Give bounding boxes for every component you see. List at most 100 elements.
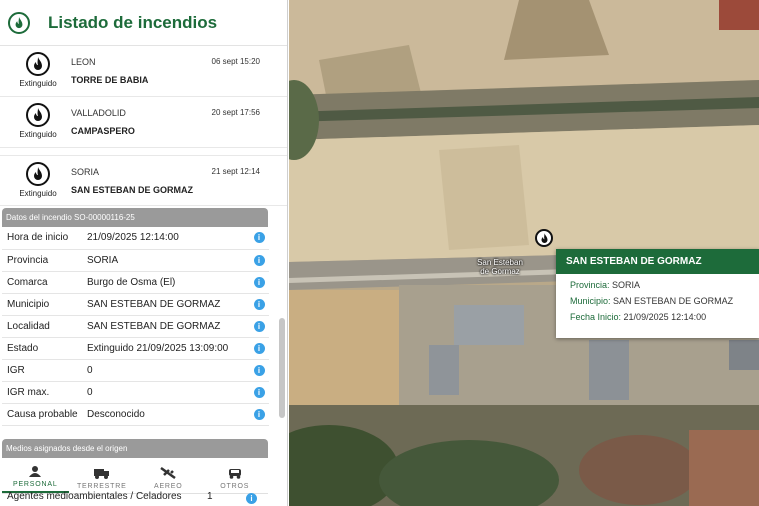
info-icon[interactable]: i [253,408,265,420]
info-icon[interactable]: i [253,364,265,376]
fire-date: 20 sept 17:56 [211,108,260,117]
medios-row-label: Agentes medioambientales / Celadores [7,491,182,502]
info-icon[interactable]: i [253,254,265,266]
fire-icon [541,232,547,243]
info-icon-cell: i [249,359,269,382]
info-icon-cell: i [249,293,269,316]
info-icon-cell: i [249,227,269,250]
detail-row: IGR max. 0 i [2,381,269,404]
detail-value: 21/09/2025 12:14:00 [87,227,249,250]
detail-row: Hora de inicio 21/09/2025 12:14:00 i [2,227,269,250]
map-fire-marker[interactable] [535,229,553,247]
medios-row: Agentes medioambientales / Celadores 1 i [0,489,280,506]
info-icon[interactable]: i [253,232,265,244]
detail-row: Municipio SAN ESTEBAN DE GORMAZ i [2,293,269,316]
popup-value: SAN ESTEBAN DE GORMAZ [613,296,734,306]
info-icon-cell: i [249,315,269,338]
fire-status: Extinguido [19,130,57,139]
info-icon-cell: i [249,249,269,272]
truck-icon [93,468,109,479]
popup-value: SORIA [612,280,641,290]
info-icon-cell: i [249,403,269,426]
info-icon[interactable]: i [253,342,265,354]
detail-row: Provincia SORIA i [2,249,269,272]
fire-list-panel: Listado de incendios Extinguido LEON 06 … [0,0,288,506]
fire-name: TORRE DE BABIA [71,75,149,85]
info-icon[interactable]: i [253,386,265,398]
detail-label: Comarca [2,271,87,294]
detail-value: Burgo de Osma (El) [87,271,249,294]
detail-row: Estado Extinguido 21/09/2025 13:09:00 i [2,337,269,360]
panel-header: Listado de incendios [0,0,287,46]
detail-label: IGR max. [2,381,87,404]
fire-list: Extinguido LEON 06 sept 15:20 TORRE DE B… [0,46,287,206]
detail-row: IGR 0 i [2,359,269,382]
vehicle-icon [228,468,241,479]
satellite-map[interactable]: San Esteban de Gormaz SAN ESTEBAN DE GOR… [289,0,759,506]
medios-row-count: 1 [207,491,213,502]
detail-value: 0 [87,359,249,382]
list-item[interactable]: Extinguido LEON 06 sept 15:20 TORRE DE B… [0,46,287,97]
fire-province: VALLADOLID [71,108,126,118]
fire-icon [26,103,50,127]
fire-status: Extinguido [19,189,57,198]
fire-icon [26,52,50,76]
fire-date: 21 sept 12:14 [211,167,260,176]
popup-label: Fecha Inicio: [570,312,622,322]
popup-value: 21/09/2025 12:14:00 [623,312,707,322]
detail-label: Causa probable [2,403,87,426]
detail-row: Causa probable Desconocido i [2,403,269,426]
info-icon[interactable]: i [253,298,265,310]
tab-terrestre[interactable]: TERRESTRE [69,458,136,493]
detail-value: Desconocido [87,403,249,426]
detail-value: SORIA [87,249,249,272]
info-icon[interactable]: i [246,493,257,504]
detail-label: Provincia [2,249,87,272]
tab-label: PERSONAL [12,480,58,488]
popup-province: Provincia: SORIA [556,280,759,290]
fire-province: LEON [71,57,96,67]
details-table: Hora de inicio 21/09/2025 12:14:00 i Provin… [2,227,269,426]
tab-otros[interactable]: OTROS [202,458,269,493]
detail-label: Localidad [2,315,87,338]
fire-name: SAN ESTEBAN DE GORMAZ [71,185,194,195]
map-popup: SAN ESTEBAN DE GORMAZ Provincia: SORIA M… [556,249,759,338]
info-icon-cell: i [249,381,269,404]
detail-value: Extinguido 21/09/2025 13:09:00 [87,337,249,360]
detail-row: Localidad SAN ESTEBAN DE GORMAZ i [2,315,269,338]
fire-status: Extinguido [19,79,57,88]
fire-province: SORIA [71,167,100,177]
info-icon[interactable]: i [253,320,265,332]
page-title: Listado de incendios [48,12,218,32]
plane-icon [160,466,176,479]
popup-municipality: Municipio: SAN ESTEBAN DE GORMAZ [556,296,759,306]
scrollbar[interactable] [279,318,285,418]
detail-row: Comarca Burgo de Osma (El) i [2,271,269,294]
map-place-label: San Esteban de Gormaz [477,258,523,276]
list-item[interactable]: Extinguido VALLADOLID 20 sept 17:56 CAMP… [0,97,287,148]
info-icon-cell: i [249,271,269,294]
info-icon[interactable]: i [253,276,265,288]
detail-label: Estado [2,337,87,360]
detail-label: Municipio [2,293,87,316]
popup-title: SAN ESTEBAN DE GORMAZ [556,249,759,274]
medios-section-header: Medios asignados desde el origen [2,438,268,458]
fire-name: CAMPASPERO [71,126,135,136]
fire-date: 06 sept 15:20 [211,57,260,66]
fire-icon [26,162,50,186]
tab-personal[interactable]: PERSONAL [2,458,69,493]
detail-value: SAN ESTEBAN DE GORMAZ [87,315,249,338]
info-icon-cell: i [249,337,269,360]
person-icon [29,465,42,477]
details-section-header: Datos del incendio SO-00000116-25 [2,208,268,227]
list-item-selected[interactable]: Extinguido SORIA 21 sept 12:14 SAN ESTEB… [0,155,287,206]
popup-label: Provincia: [570,280,610,290]
fire-icon [8,11,30,34]
detail-value: SAN ESTEBAN DE GORMAZ [87,293,249,316]
popup-start: Fecha Inicio: 21/09/2025 12:14:00 [556,312,759,322]
tab-aereo[interactable]: AEREO [135,458,202,493]
detail-label: IGR [2,359,87,382]
detail-value: 0 [87,381,249,404]
popup-label: Municipio: [570,296,611,306]
detail-label: Hora de inicio [2,227,87,250]
